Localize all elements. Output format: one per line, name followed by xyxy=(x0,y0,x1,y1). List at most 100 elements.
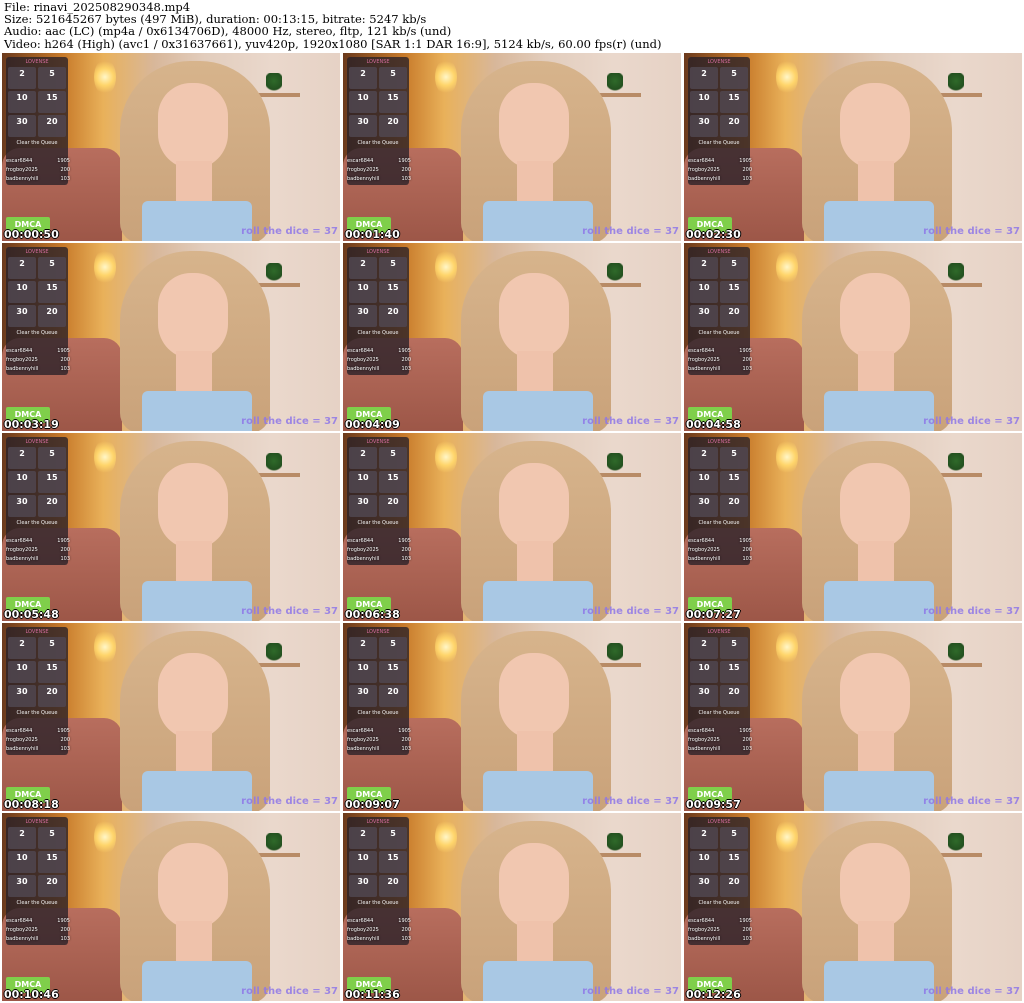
leader-row: frogboy2025 200 xyxy=(347,356,411,365)
leader-name: badbennyhill xyxy=(347,366,380,372)
video-thumbnail-15[interactable]: LOVENSE 2 5 10 15 30 20 Clear the Queue escar… xyxy=(684,813,1022,1001)
video-thumbnail-9[interactable]: LOVENSE 2 5 10 15 30 20 Clear the Queue escar… xyxy=(684,433,1022,621)
tip-tiles: 2 5 10 15 30 20 xyxy=(690,827,748,897)
queue-label: Clear the Queue xyxy=(698,330,740,336)
lamp-glow xyxy=(776,59,798,95)
queue-label: Clear the Queue xyxy=(357,710,399,716)
video-thumbnail-4[interactable]: LOVENSE 2 5 10 15 30 20 Clear the Queue escar… xyxy=(2,243,340,431)
leader-name: escar6844 xyxy=(688,728,715,734)
video-thumbnail-14[interactable]: LOVENSE 2 5 10 15 30 20 Clear the Queue escar… xyxy=(343,813,681,1001)
tip-tile: 2 xyxy=(8,67,36,89)
tip-tile: 2 xyxy=(690,257,718,279)
tip-tiles: 2 5 10 15 30 20 xyxy=(349,257,407,327)
roll-dice-text: roll the dice = 37 xyxy=(241,606,338,617)
tip-menu-title: LOVENSE xyxy=(366,819,390,825)
tip-tile: 15 xyxy=(38,91,66,113)
tip-tile: 30 xyxy=(690,875,718,897)
leader-row: badbennyhill 103 xyxy=(6,555,70,564)
timestamp: 00:00:50 xyxy=(4,228,59,241)
video-thumbnail-13[interactable]: LOVENSE 2 5 10 15 30 20 Clear the Queue escar… xyxy=(2,813,340,1001)
blue-top xyxy=(483,961,593,1001)
leader-value: 103 xyxy=(60,746,70,752)
tip-menu-title: LOVENSE xyxy=(366,59,390,65)
tip-menu-title: LOVENSE xyxy=(707,629,731,635)
leader-value: 103 xyxy=(60,176,70,182)
roll-dice-text: roll the dice = 37 xyxy=(241,986,338,997)
tip-tile: 20 xyxy=(38,305,66,327)
lamp-glow xyxy=(776,249,798,285)
leader-name: escar6844 xyxy=(347,158,374,164)
video-thumbnail-10[interactable]: LOVENSE 2 5 10 15 30 20 Clear the Queue escar… xyxy=(2,623,340,811)
tip-tile: 15 xyxy=(38,281,66,303)
video-thumbnail-8[interactable]: LOVENSE 2 5 10 15 30 20 Clear the Queue escar… xyxy=(343,433,681,621)
roll-dice-text: roll the dice = 37 xyxy=(923,226,1020,237)
tip-tile: 20 xyxy=(720,875,748,897)
video-thumbnail-6[interactable]: LOVENSE 2 5 10 15 30 20 Clear the Queue escar… xyxy=(684,243,1022,431)
leader-value: 1905 xyxy=(57,728,70,734)
timestamp: 00:04:58 xyxy=(686,418,741,431)
leader-row: frogboy2025 200 xyxy=(347,736,411,745)
leader-value: 1905 xyxy=(739,728,752,734)
tip-tile: 5 xyxy=(379,447,407,469)
neck xyxy=(176,921,212,961)
video-thumbnail-1[interactable]: LOVENSE 2 5 10 15 30 20 Clear the Queue escar… xyxy=(2,53,340,241)
tip-tile: 5 xyxy=(38,447,66,469)
lamp-glow xyxy=(94,629,116,665)
leader-row: escar6844 1905 xyxy=(347,347,411,356)
neck xyxy=(517,351,553,391)
leader-name: escar6844 xyxy=(347,348,374,354)
leader-row: frogboy2025 200 xyxy=(6,546,70,555)
leader-value: 103 xyxy=(401,176,411,182)
leader-row: frogboy2025 200 xyxy=(6,736,70,745)
video-thumbnail-5[interactable]: LOVENSE 2 5 10 15 30 20 Clear the Queue escar… xyxy=(343,243,681,431)
neck xyxy=(858,921,894,961)
leader-name: badbennyhill xyxy=(6,746,39,752)
leader-value: 103 xyxy=(742,366,752,372)
tip-tile: 20 xyxy=(379,875,407,897)
queue-label: Clear the Queue xyxy=(357,520,399,526)
tip-tile: 5 xyxy=(720,257,748,279)
video-thumbnail-3[interactable]: LOVENSE 2 5 10 15 30 20 Clear the Queue escar… xyxy=(684,53,1022,241)
blue-top xyxy=(142,201,252,241)
person xyxy=(802,61,952,241)
tip-tiles: 2 5 10 15 30 20 xyxy=(8,257,66,327)
leader-name: escar6844 xyxy=(6,728,33,734)
timestamp: 00:09:07 xyxy=(345,798,400,811)
person xyxy=(120,61,270,241)
video-thumbnail-7[interactable]: LOVENSE 2 5 10 15 30 20 Clear the Queue escar… xyxy=(2,433,340,621)
tip-tile: 5 xyxy=(720,447,748,469)
video-thumbnail-12[interactable]: LOVENSE 2 5 10 15 30 20 Clear the Queue escar… xyxy=(684,623,1022,811)
person xyxy=(120,441,270,621)
face xyxy=(499,463,569,549)
timestamp: 00:01:40 xyxy=(345,228,400,241)
neck xyxy=(176,541,212,581)
tip-menu-title: LOVENSE xyxy=(707,59,731,65)
person xyxy=(120,631,270,811)
neck xyxy=(176,161,212,201)
leader-row: escar6844 1905 xyxy=(688,157,752,166)
video-thumbnail-11[interactable]: LOVENSE 2 5 10 15 30 20 Clear the Queue escar… xyxy=(343,623,681,811)
tip-tile: 2 xyxy=(349,637,377,659)
neck xyxy=(858,351,894,391)
leader-row: escar6844 1905 xyxy=(688,727,752,736)
tip-tile: 2 xyxy=(349,67,377,89)
audio-line: Audio: aac (LC) (mp4a / 0x6134706D), 480… xyxy=(4,24,452,39)
leader-row: frogboy2025 200 xyxy=(688,546,752,555)
leader-name: escar6844 xyxy=(6,158,33,164)
tip-tile: 30 xyxy=(349,685,377,707)
tip-tile: 2 xyxy=(8,827,36,849)
leader-name: frogboy2025 xyxy=(688,167,720,173)
tip-menu-title: LOVENSE xyxy=(366,439,390,445)
roll-dice-text: roll the dice = 37 xyxy=(582,606,679,617)
timestamp: 00:03:19 xyxy=(4,418,59,431)
leader-value: 200 xyxy=(60,167,70,173)
neck xyxy=(517,921,553,961)
leader-row: badbennyhill 103 xyxy=(688,175,752,184)
person xyxy=(461,821,611,1001)
tip-tile: 15 xyxy=(720,851,748,873)
leader-name: frogboy2025 xyxy=(347,737,379,743)
roll-dice-text: roll the dice = 37 xyxy=(582,986,679,997)
face xyxy=(499,83,569,169)
video-thumbnail-2[interactable]: LOVENSE 2 5 10 15 30 20 Clear the Queue escar… xyxy=(343,53,681,241)
leader-name: badbennyhill xyxy=(347,936,380,942)
